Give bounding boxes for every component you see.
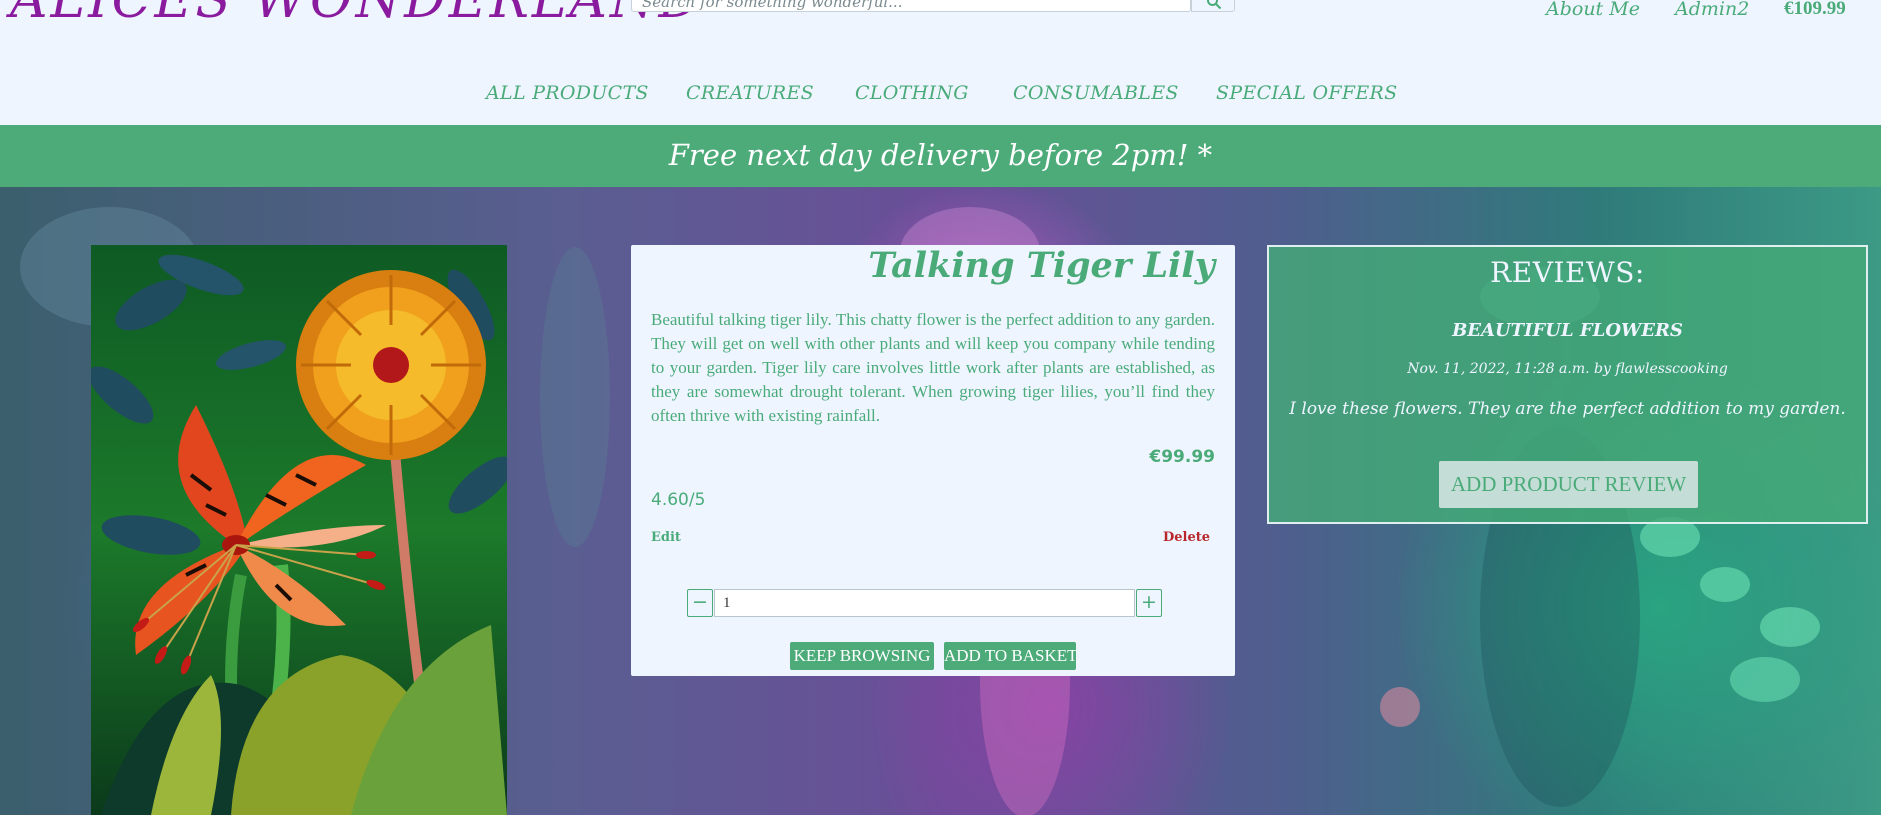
add-product-review-button[interactable]: ADD PRODUCT REVIEW bbox=[1439, 461, 1698, 508]
nav-all-products[interactable]: ALL PRODUCTS bbox=[486, 82, 649, 104]
reviews-heading: REVIEWS: bbox=[1490, 256, 1645, 289]
search-bar: Search for something wonderful... bbox=[631, 0, 1235, 14]
delete-product-link[interactable]: Delete bbox=[1163, 530, 1210, 545]
quantity-input[interactable]: 1 bbox=[714, 589, 1135, 617]
nav-consumables[interactable]: CONSUMABLES bbox=[1013, 82, 1179, 104]
product-title: Talking Tiger Lily bbox=[868, 245, 1215, 286]
search-icon bbox=[1207, 0, 1222, 10]
review-body: I love these flowers. They are the perfe… bbox=[1289, 399, 1846, 419]
nav-clothing[interactable]: CLOTHING bbox=[855, 82, 969, 104]
decrement-quantity-button[interactable]: − bbox=[687, 589, 713, 617]
nav-creatures[interactable]: CREATURES bbox=[686, 82, 814, 104]
quantity-stepper: − 1 + bbox=[687, 587, 1167, 618]
nav-special-offers[interactable]: SPECIAL OFFERS bbox=[1216, 82, 1397, 104]
reviews-panel: REVIEWS: BEAUTIFUL FLOWERS Nov. 11, 2022… bbox=[1267, 245, 1868, 524]
delivery-banner: Free next day delivery before 2pm! * bbox=[0, 125, 1881, 187]
product-price: €99.99 bbox=[1149, 447, 1215, 467]
product-detail-card: Talking Tiger Lily Beautiful talking tig… bbox=[631, 245, 1235, 676]
product-rating: 4.60/5 bbox=[651, 490, 706, 510]
review-title: BEAUTIFUL FLOWERS bbox=[1452, 320, 1683, 341]
product-description: Beautiful talking tiger lily. This chatt… bbox=[651, 310, 1215, 425]
account-link[interactable]: Admin2 bbox=[1675, 0, 1749, 20]
add-to-basket-button[interactable]: ADD TO BASKET bbox=[944, 642, 1078, 670]
product-image bbox=[91, 245, 507, 815]
search-input[interactable]: Search for something wonderful... bbox=[631, 0, 1191, 12]
site-logo[interactable]: ALICES WONDERLAND bbox=[10, 0, 703, 30]
search-button[interactable] bbox=[1191, 0, 1235, 12]
keep-browsing-button[interactable]: KEEP BROWSING bbox=[790, 642, 934, 670]
site-header: ALICES WONDERLAND Search for something w… bbox=[0, 0, 1881, 125]
review-meta: Nov. 11, 2022, 11:28 a.m. by flawlesscoo… bbox=[1407, 361, 1728, 377]
tiger-lily-illustration bbox=[91, 245, 507, 815]
main-navigation: ALL PRODUCTS CREATURES CLOTHING CONSUMAB… bbox=[0, 82, 1881, 112]
basket-total-link[interactable]: €109.99 bbox=[1784, 0, 1846, 20]
about-me-link[interactable]: About Me bbox=[1546, 0, 1640, 20]
increment-quantity-button[interactable]: + bbox=[1136, 589, 1162, 617]
edit-product-link[interactable]: Edit bbox=[651, 530, 681, 545]
